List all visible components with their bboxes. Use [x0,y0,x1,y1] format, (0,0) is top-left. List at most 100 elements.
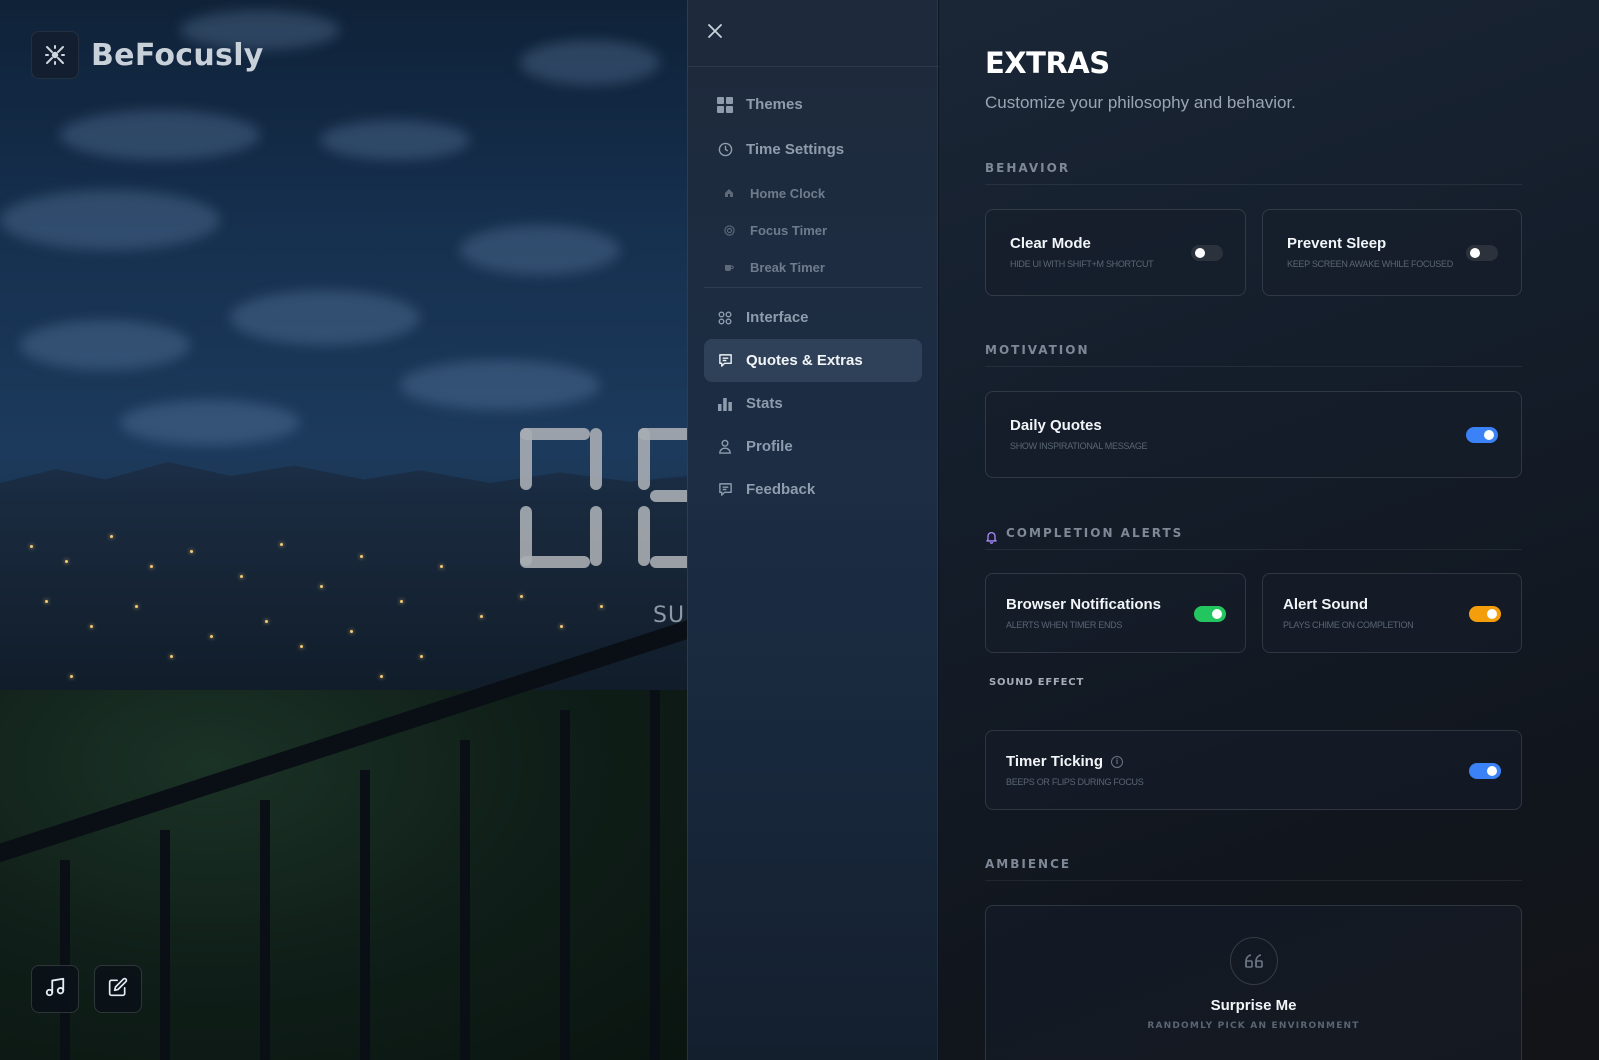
rail-post [360,770,370,1060]
alert-sound-toggle[interactable] [1469,606,1501,622]
timer-ticking-card[interactable]: Timer Ticking i BEEPS OR FLIPS DURING FOC… [985,730,1522,810]
browser-notifications-card[interactable]: Browser Notifications ALERTS WHEN TIMER … [985,573,1246,653]
card-title: Clear Mode [1010,235,1091,252]
sidebar-item-time-settings[interactable]: Time Settings [704,128,922,171]
music-button[interactable] [31,965,79,1013]
card-subtitle: HIDE UI WITH SHIFT+M SHORTCUT [1010,259,1154,269]
cloud [460,225,620,275]
prevent-sleep-toggle[interactable] [1466,245,1498,261]
section-title: BEHAVIOR [985,161,1071,175]
sidebar-subitem-home-clock[interactable]: Home Clock [708,178,922,208]
grid-icon [716,96,734,114]
card-subtitle: PLAYS CHIME ON COMPLETION [1283,620,1414,630]
sidebar-item-label: Interface [746,309,809,326]
page-subtitle: Customize your philosophy and behavior. [985,93,1296,112]
divider [985,549,1522,550]
clear-mode-toggle[interactable] [1191,245,1223,261]
section-behavior: BEHAVIOR [985,158,1522,178]
sidebar-item-interface[interactable]: Interface [704,296,922,339]
edit-icon [108,977,128,1002]
section-ambience: AMBIENCE [985,854,1522,874]
timer-ticking-toggle[interactable] [1469,763,1501,779]
card-subtitle: ALERTS WHEN TIMER ENDS [1006,620,1123,630]
divider [704,287,922,288]
app-root: BeFocusly SU Themes Time Settings Home C… [0,0,1599,1060]
divider [985,366,1522,367]
cloud [400,360,600,410]
cloud [60,110,260,160]
sidebar-item-label: Home Clock [750,185,826,201]
edit-button[interactable] [94,965,142,1013]
sound-effect-label: SOUND EFFECT [989,677,1085,688]
rail-post [160,830,170,1060]
coffee-icon [720,258,738,276]
close-button[interactable] [704,22,726,44]
chat-icon [716,352,734,370]
divider [985,184,1522,185]
sidebar-item-label: Break Timer [750,259,825,275]
target-icon [720,221,738,239]
sidebar-item-stats[interactable]: Stats [704,382,922,425]
quote-icon [1230,937,1278,985]
sidebar-subitem-focus-timer[interactable]: Focus Timer [708,215,922,245]
section-title: MOTIVATION [985,343,1090,357]
sidebar-item-label: Profile [746,438,793,455]
home-icon [720,184,738,202]
card-subtitle: KEEP SCREEN AWAKE WHILE FOCUSED [1287,259,1453,269]
clock-icon [716,141,734,159]
clock-subtitle: SU [653,603,686,628]
rail-post [260,800,270,1060]
cloud [520,40,660,85]
clear-mode-card[interactable]: Clear Mode HIDE UI WITH SHIFT+M SHORTCUT [985,209,1246,296]
sidebar-item-label: Focus Timer [750,222,828,238]
surprise-me-card[interactable]: Surprise Me RANDOMLY PICK AN ENVIRONMENT [985,905,1522,1060]
section-motivation: MOTIVATION [985,340,1522,360]
rail-post [60,860,70,1060]
layout-icon [716,309,734,327]
sidebar-item-feedback[interactable]: Feedback [704,468,922,511]
card-subtitle: BEEPS OR FLIPS DURING FOCUS [1006,777,1144,787]
settings-sidebar: Themes Time Settings Home Clock Focus Ti… [687,0,939,1060]
cloud [20,320,190,370]
card-title: Browser Notifications [1006,596,1162,613]
extras-panel: EXTRAS Customize your philosophy and beh… [939,0,1599,1060]
browser-notifications-toggle[interactable] [1194,606,1226,622]
music-note-icon [44,976,66,1003]
sidebar-item-quotes-extras[interactable]: Quotes & Extras [704,339,922,382]
message-icon [716,481,734,499]
timer-ticking-title: Timer Ticking [1006,753,1103,770]
divider [688,66,939,67]
page-title: EXTRAS [985,46,1110,80]
daily-quotes-toggle[interactable] [1466,427,1498,443]
rail-post [460,740,470,1060]
divider [985,880,1522,881]
card-title: Daily Quotes [1010,417,1102,434]
surprise-subtitle: RANDOMLY PICK AN ENVIRONMENT [1147,1021,1360,1031]
card-title: Prevent Sleep [1287,235,1387,252]
focus-burst-icon [31,31,79,79]
brand[interactable]: BeFocusly [31,31,264,79]
section-title: AMBIENCE [985,857,1072,871]
cloud [0,190,220,250]
info-icon[interactable]: i [1110,755,1123,768]
daily-quotes-card[interactable]: Daily Quotes SHOW INSPIRATIONAL MESSAGE [985,391,1522,478]
card-title: Alert Sound [1283,596,1368,613]
sidebar-subitem-break-timer[interactable]: Break Timer [708,252,922,282]
rail-post [560,710,570,1060]
close-icon [708,23,722,43]
prevent-sleep-card[interactable]: Prevent Sleep KEEP SCREEN AWAKE WHILE FO… [1262,209,1522,296]
brand-name: BeFocusly [91,37,264,73]
sidebar-item-profile[interactable]: Profile [704,425,922,468]
card-subtitle: SHOW INSPIRATIONAL MESSAGE [1010,441,1148,451]
sidebar-item-label: Quotes & Extras [746,352,863,369]
alert-sound-card[interactable]: Alert Sound PLAYS CHIME ON COMPLETION [1262,573,1522,653]
section-title: COMPLETION ALERTS [1006,526,1184,540]
sidebar-item-label: Themes [746,96,803,113]
cloud [320,120,470,160]
rail-post [650,690,660,1060]
bar-chart-icon [716,395,734,413]
cloud [120,400,300,445]
sidebar-item-themes[interactable]: Themes [704,83,922,126]
sidebar-item-label: Stats [746,395,783,412]
card-title: Timer Ticking i [1006,753,1123,770]
